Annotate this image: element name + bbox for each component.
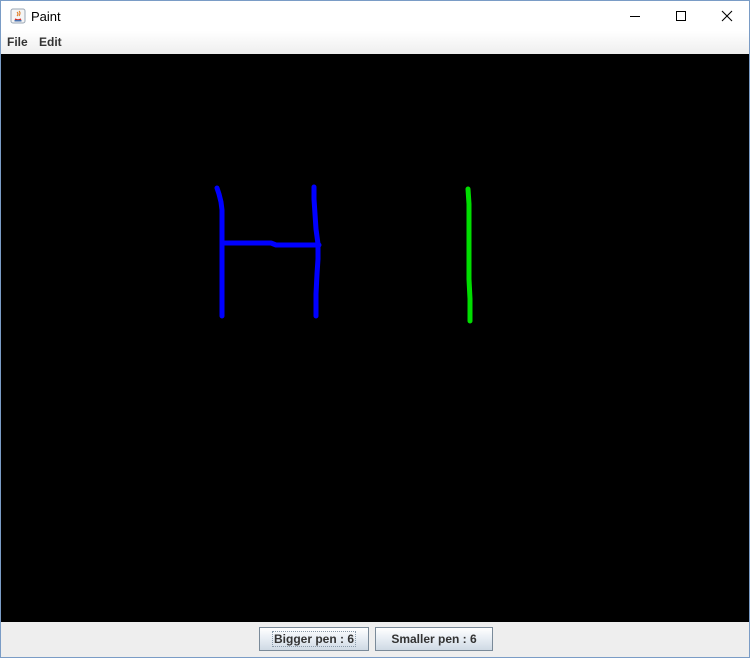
window-title: Paint (31, 9, 61, 24)
minimize-button[interactable] (612, 1, 658, 31)
drawing-canvas[interactable] (1, 54, 749, 622)
java-app-icon (10, 8, 26, 24)
menu-edit[interactable]: Edit (39, 35, 62, 49)
stroke-h-bar (220, 240, 322, 248)
menu-bar: File Edit (1, 31, 749, 55)
drawing-surface (214, 184, 473, 324)
maximize-button[interactable] (658, 1, 704, 31)
close-button[interactable] (704, 1, 750, 31)
bigger-pen-label: Bigger pen : 6 (271, 631, 356, 647)
bigger-pen-button[interactable]: Bigger pen : 6 (259, 627, 369, 651)
stroke-h-right (311, 184, 321, 319)
stroke-i (465, 186, 473, 324)
pen-controls: Bigger pen : 6 Smaller pen : 6 (1, 622, 749, 657)
maximize-icon (676, 11, 686, 21)
paint-window: Paint File Edit Bigger pen: 6 Smaller p… (0, 0, 750, 658)
stroke-h-left (214, 185, 225, 319)
smaller-pen-button[interactable]: Smaller pen : 6 (375, 627, 493, 651)
smaller-pen-label: Smaller pen : 6 (391, 632, 477, 646)
close-icon (721, 10, 733, 22)
minimize-icon (630, 16, 640, 17)
menu-file[interactable]: File (7, 35, 28, 49)
title-bar[interactable]: Paint (1, 1, 749, 31)
